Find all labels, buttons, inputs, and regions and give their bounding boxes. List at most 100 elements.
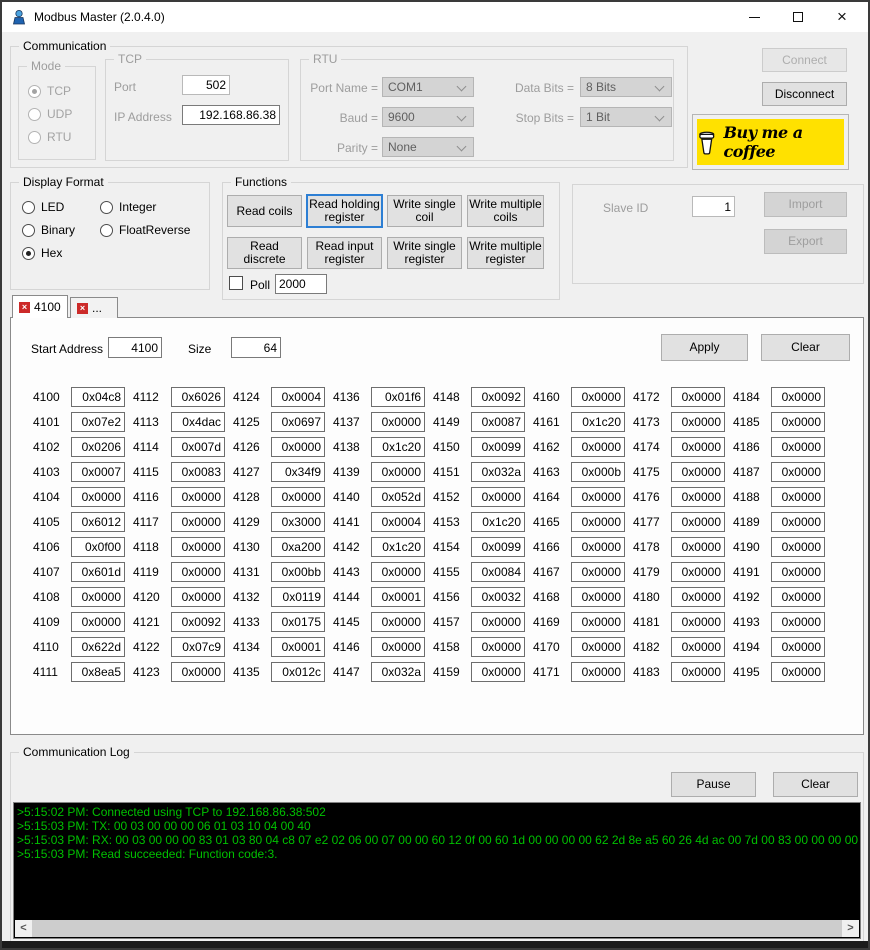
register-value-input[interactable]: 0x1c20 <box>471 512 525 532</box>
register-value-input[interactable]: 0x01f6 <box>371 387 425 407</box>
register-value-input[interactable]: 0x0084 <box>471 562 525 582</box>
register-value-input[interactable]: 0x07e2 <box>71 412 125 432</box>
register-value-input[interactable]: 0x0099 <box>471 437 525 457</box>
register-value-input[interactable]: 0x0000 <box>671 437 725 457</box>
register-value-input[interactable]: 0x032a <box>371 662 425 682</box>
close-button[interactable]: × <box>820 2 864 32</box>
baud-select[interactable]: 9600 <box>382 107 474 127</box>
register-value-input[interactable]: 0xa200 <box>271 537 325 557</box>
register-value-input[interactable]: 0x0000 <box>771 537 825 557</box>
register-value-input[interactable]: 0x0000 <box>571 662 625 682</box>
register-value-input[interactable]: 0x0000 <box>71 487 125 507</box>
register-value-input[interactable]: 0x601d <box>71 562 125 582</box>
register-value-input[interactable]: 0x0007 <box>71 462 125 482</box>
register-value-input[interactable]: 0x0000 <box>771 412 825 432</box>
register-value-input[interactable]: 0x4dac <box>171 412 225 432</box>
register-value-input[interactable]: 0x0032 <box>471 587 525 607</box>
register-value-input[interactable]: 0x0000 <box>671 562 725 582</box>
register-value-input[interactable]: 0x0000 <box>671 387 725 407</box>
register-value-input[interactable]: 0x0000 <box>371 562 425 582</box>
register-value-input[interactable]: 0x0001 <box>371 587 425 607</box>
register-value-input[interactable]: 0x0000 <box>171 512 225 532</box>
register-value-input[interactable]: 0x052d <box>371 487 425 507</box>
disconnect-button[interactable]: Disconnect <box>762 82 847 106</box>
radio-format-led[interactable]: LED <box>22 200 64 214</box>
register-value-input[interactable]: 0x0000 <box>71 587 125 607</box>
register-value-input[interactable]: 0x0000 <box>571 537 625 557</box>
register-value-input[interactable]: 0x0000 <box>671 612 725 632</box>
register-value-input[interactable]: 0x0004 <box>271 387 325 407</box>
register-value-input[interactable]: 0x0000 <box>371 462 425 482</box>
register-value-input[interactable]: 0x0000 <box>171 487 225 507</box>
clear-registers-button[interactable]: Clear <box>761 334 850 361</box>
register-value-input[interactable]: 0x0000 <box>371 637 425 657</box>
size-input[interactable]: 64 <box>231 337 281 358</box>
register-value-input[interactable]: 0x0206 <box>71 437 125 457</box>
poll-interval-input[interactable]: 2000 <box>275 274 327 294</box>
radio-format-hex[interactable]: Hex <box>22 246 62 260</box>
register-value-input[interactable]: 0x0000 <box>671 412 725 432</box>
buy-me-a-coffee-button[interactable]: Buy me a coffee <box>692 114 849 170</box>
poll-checkbox[interactable] <box>229 276 243 290</box>
register-value-input[interactable]: 0x0000 <box>71 612 125 632</box>
register-value-input[interactable]: 0x0000 <box>671 587 725 607</box>
register-value-input[interactable]: 0x0092 <box>171 612 225 632</box>
register-value-input[interactable]: 0x622d <box>71 637 125 657</box>
register-value-input[interactable]: 0x0697 <box>271 412 325 432</box>
radio-mode-tcp[interactable]: TCP <box>28 84 71 98</box>
register-value-input[interactable]: 0x0000 <box>171 662 225 682</box>
register-value-input[interactable]: 0x0175 <box>271 612 325 632</box>
register-value-input[interactable]: 0x000b <box>571 462 625 482</box>
scrollbar-thumb[interactable] <box>32 920 842 937</box>
register-value-input[interactable]: 0x0000 <box>171 537 225 557</box>
radio-format-integer[interactable]: Integer <box>100 200 156 214</box>
register-value-input[interactable]: 0x6026 <box>171 387 225 407</box>
port-input[interactable]: 502 <box>182 75 230 95</box>
register-value-input[interactable]: 0x0000 <box>571 637 625 657</box>
minimize-button[interactable] <box>732 2 776 32</box>
tab-close-icon[interactable]: × <box>77 303 88 314</box>
register-value-input[interactable]: 0x0000 <box>371 412 425 432</box>
scroll-left-icon[interactable]: < <box>15 920 32 937</box>
register-value-input[interactable]: 0x1c20 <box>571 412 625 432</box>
slave-id-input[interactable]: 1 <box>692 196 735 217</box>
write-multiple-register-button[interactable]: Write multiple register <box>467 237 544 269</box>
write-single-coil-button[interactable]: Write single coil <box>387 195 462 227</box>
register-value-input[interactable]: 0x04c8 <box>71 387 125 407</box>
read-holding-register-button[interactable]: Read holding register <box>306 194 383 228</box>
register-value-input[interactable]: 0x6012 <box>71 512 125 532</box>
register-value-input[interactable]: 0x0000 <box>171 587 225 607</box>
register-value-input[interactable]: 0x0f00 <box>71 537 125 557</box>
register-value-input[interactable]: 0x0000 <box>571 487 625 507</box>
read-input-register-button[interactable]: Read input register <box>307 237 382 269</box>
connect-button[interactable]: Connect <box>762 48 847 72</box>
write-multiple-coils-button[interactable]: Write multiple coils <box>467 195 544 227</box>
port-name-select[interactable]: COM1 <box>382 77 474 97</box>
register-value-input[interactable]: 0x34f9 <box>271 462 325 482</box>
register-value-input[interactable]: 0x032a <box>471 462 525 482</box>
register-value-input[interactable]: 0x0000 <box>571 437 625 457</box>
register-value-input[interactable]: 0x0000 <box>671 662 725 682</box>
radio-mode-rtu[interactable]: RTU <box>28 130 71 144</box>
register-value-input[interactable]: 0x0000 <box>271 437 325 457</box>
read-discrete-button[interactable]: Read discrete <box>227 237 302 269</box>
parity-select[interactable]: None <box>382 137 474 157</box>
register-value-input[interactable]: 0x3000 <box>271 512 325 532</box>
register-value-input[interactable]: 0x0000 <box>771 662 825 682</box>
apply-button[interactable]: Apply <box>661 334 748 361</box>
import-button[interactable]: Import <box>764 192 847 217</box>
register-value-input[interactable]: 0x012c <box>271 662 325 682</box>
register-value-input[interactable]: 0x0000 <box>571 512 625 532</box>
register-value-input[interactable]: 0x1c20 <box>371 537 425 557</box>
export-button[interactable]: Export <box>764 229 847 254</box>
register-value-input[interactable]: 0x0000 <box>771 637 825 657</box>
stop-bits-select[interactable]: 1 Bit <box>580 107 672 127</box>
write-single-register-button[interactable]: Write single register <box>387 237 462 269</box>
register-value-input[interactable]: 0x0000 <box>771 387 825 407</box>
clear-log-button[interactable]: Clear <box>773 772 858 797</box>
register-value-input[interactable]: 0x00bb <box>271 562 325 582</box>
register-value-input[interactable]: 0x0000 <box>771 612 825 632</box>
register-value-input[interactable]: 0x0000 <box>771 512 825 532</box>
register-value-input[interactable]: 0x0119 <box>271 587 325 607</box>
radio-mode-udp[interactable]: UDP <box>28 107 72 121</box>
